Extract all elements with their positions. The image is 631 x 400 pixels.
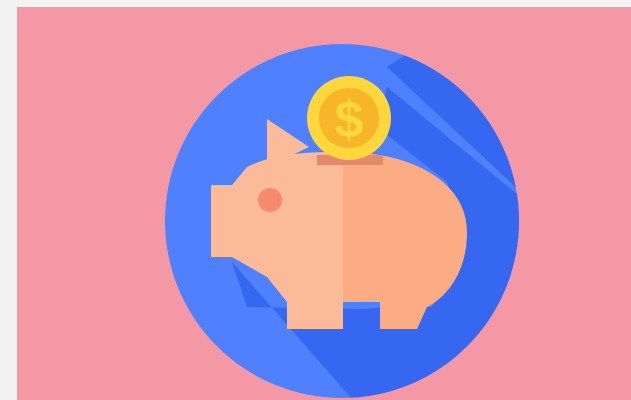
piggy-bank-illustration: $: [17, 7, 631, 400]
page-frame: $: [0, 0, 631, 400]
pig-eye: [258, 188, 282, 212]
illustration-panel: $: [17, 7, 631, 400]
dollar-coin-icon: $: [307, 76, 391, 160]
pig-leg-left: [287, 287, 319, 329]
coin-symbol: $: [335, 91, 364, 149]
